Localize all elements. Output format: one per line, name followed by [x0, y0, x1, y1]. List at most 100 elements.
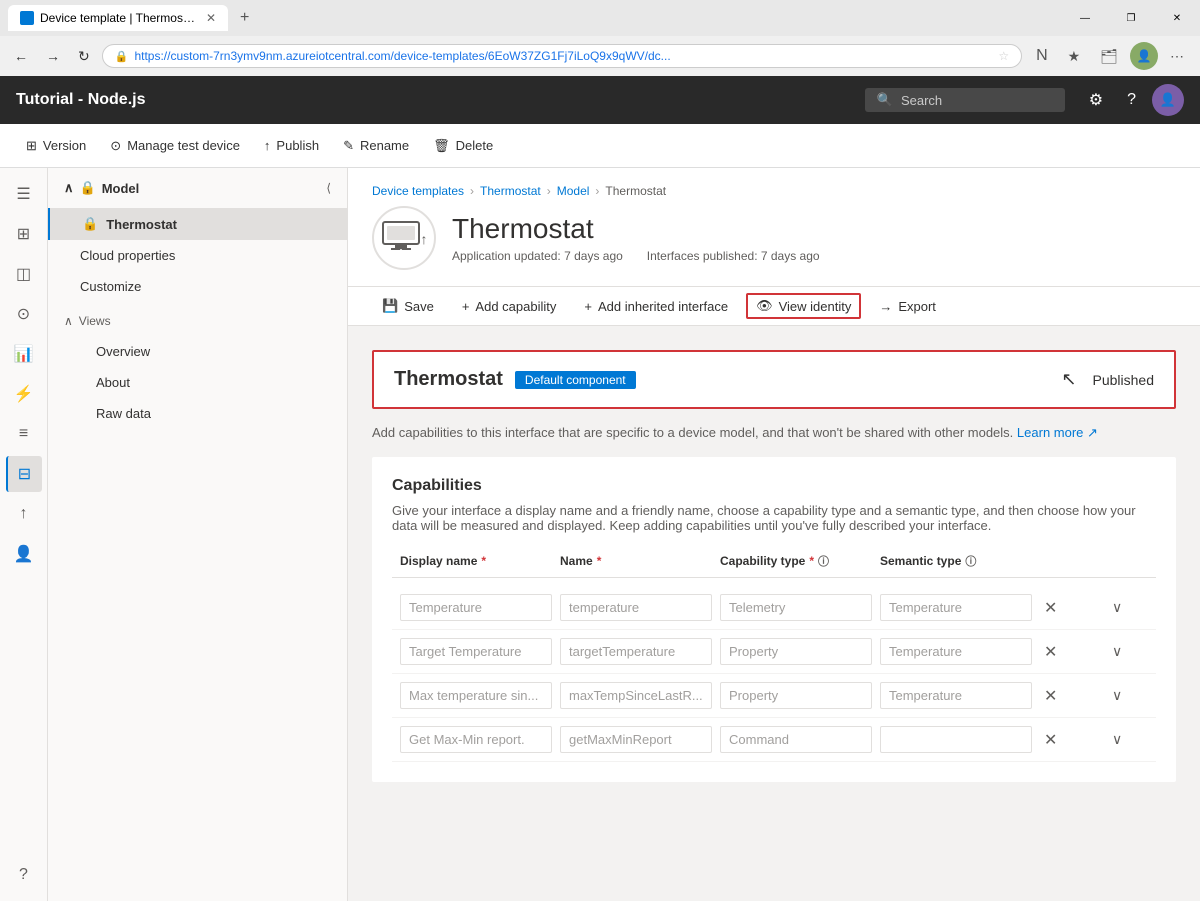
main-content: Device templates › Thermostat › Model › …: [348, 168, 1200, 901]
semantic-type-input[interactable]: [880, 594, 1032, 621]
display-name-input[interactable]: [400, 726, 552, 753]
export-label: Export: [898, 299, 936, 314]
capability-type-input[interactable]: [720, 682, 872, 709]
display-name-header: Display name *: [400, 553, 552, 569]
onenote-icon[interactable]: N: [1028, 42, 1056, 70]
collections-icon[interactable]: 🗂: [1092, 42, 1126, 70]
delete-row-button[interactable]: ✕: [1040, 640, 1061, 664]
breadcrumb-model[interactable]: Model: [557, 184, 590, 198]
name-input[interactable]: [560, 594, 712, 621]
hamburger-menu-button[interactable]: ☰: [6, 176, 42, 212]
export-button[interactable]: → Export: [869, 294, 946, 319]
content-header: Device templates › Thermostat › Model › …: [348, 168, 1200, 287]
publish-button[interactable]: ↑ Publish: [254, 133, 329, 158]
device-icon: ↑: [372, 206, 436, 270]
capabilities-section: Capabilities Give your interface a displ…: [372, 457, 1176, 782]
back-button[interactable]: ←: [8, 44, 34, 68]
display-name-input[interactable]: [400, 594, 552, 621]
add-capability-button[interactable]: + Add capability: [452, 294, 567, 319]
save-button[interactable]: 💾 Save: [372, 293, 444, 319]
cap-type-info-icon[interactable]: ⓘ: [818, 553, 829, 569]
sidebar-item-about[interactable]: About: [48, 367, 347, 398]
analytics-nav-button[interactable]: 📊: [6, 336, 42, 372]
rename-button[interactable]: ✎ Rename: [333, 133, 419, 159]
restore-button[interactable]: ❐: [1108, 0, 1154, 36]
delete-row-button[interactable]: ✕: [1040, 728, 1061, 752]
breadcrumb-device-templates[interactable]: Device templates: [372, 184, 464, 198]
devices-nav-button[interactable]: ◫: [6, 256, 42, 292]
name-input[interactable]: [560, 726, 712, 753]
search-box[interactable]: 🔍 Search: [865, 88, 1065, 112]
learn-more-link[interactable]: Learn more ↗: [1017, 425, 1098, 440]
expand-row-button[interactable]: ∨: [1108, 729, 1126, 750]
views-collapse-icon: ∧: [64, 314, 73, 328]
version-button[interactable]: ⊞ Version: [16, 133, 96, 159]
device-templates-nav-button[interactable]: ⊟: [6, 456, 42, 492]
rules-nav-button[interactable]: ⚡: [6, 376, 42, 412]
capability-type-input[interactable]: [720, 594, 872, 621]
collapse-icon: ∧: [64, 180, 74, 196]
breadcrumb-thermostat[interactable]: Thermostat: [480, 184, 541, 198]
delete-icon: 🗑: [433, 138, 450, 154]
delete-row-button[interactable]: ✕: [1040, 596, 1061, 620]
device-groups-nav-button[interactable]: ⊙: [6, 296, 42, 332]
address-bar[interactable]: 🔒 https://custom-7rn3ymv9nm.azureiotcent…: [102, 44, 1022, 68]
name-input[interactable]: [560, 682, 712, 709]
name-input[interactable]: [560, 638, 712, 665]
capability-type-input[interactable]: [720, 638, 872, 665]
dashboard-nav-button[interactable]: ⊞: [6, 216, 42, 252]
sidebar-item-thermostat[interactable]: 🔒 Thermostat: [48, 208, 347, 240]
more-button[interactable]: ⋯: [1162, 42, 1192, 70]
sidebar-item-views[interactable]: ∧ Views: [48, 306, 347, 336]
display-name-input[interactable]: [400, 638, 552, 665]
capability-type-header: Capability type * ⓘ: [720, 553, 872, 569]
manage-test-device-label: Manage test device: [127, 138, 240, 153]
semantic-type-input[interactable]: [880, 726, 1032, 753]
manage-test-device-button[interactable]: ⊙ Manage test device: [100, 133, 250, 159]
bookmark-icon[interactable]: ☆: [998, 49, 1009, 63]
semantic-type-input[interactable]: [880, 638, 1032, 665]
close-button[interactable]: ✕: [1154, 0, 1200, 36]
expand-row-button[interactable]: ∨: [1108, 597, 1126, 618]
interfaces-text: Interfaces published: 7 days ago: [647, 249, 820, 263]
users-nav-button[interactable]: 👤: [6, 536, 42, 572]
profile-icon[interactable]: 👤: [1130, 42, 1158, 70]
sidebar-item-customize[interactable]: Customize: [48, 271, 347, 302]
sidebar-item-cloud-properties[interactable]: Cloud properties: [48, 240, 347, 271]
nav-collapse-button[interactable]: ⟨: [326, 181, 331, 195]
capabilities-table-header: Display name * Name * Capability type * …: [392, 553, 1156, 578]
jobs-nav-button[interactable]: ≡: [6, 416, 42, 452]
sidebar-item-raw-data[interactable]: Raw data: [48, 398, 347, 429]
sidebar-item-overview[interactable]: Overview: [48, 336, 347, 367]
browser-tab[interactable]: Device template | Thermostat, T... ✕: [8, 5, 228, 31]
help-icon[interactable]: ?: [1119, 84, 1144, 116]
save-icon: 💾: [382, 298, 398, 314]
display-name-input[interactable]: [400, 682, 552, 709]
view-identity-button[interactable]: 👁 View identity: [746, 293, 861, 319]
refresh-button[interactable]: ↻: [72, 44, 96, 69]
account-icon[interactable]: 👤: [1152, 84, 1184, 116]
expand-row-button[interactable]: ∨: [1108, 685, 1126, 706]
delete-button[interactable]: 🗑 Delete: [423, 133, 503, 159]
semantic-type-info-icon[interactable]: ⓘ: [965, 553, 976, 569]
help-nav-button[interactable]: ?: [6, 857, 42, 893]
search-icon: 🔍: [877, 92, 893, 108]
new-tab-button[interactable]: +: [232, 7, 257, 29]
capability-type-input[interactable]: [720, 726, 872, 753]
add-inherited-button[interactable]: + Add inherited interface: [574, 294, 738, 319]
settings-icon[interactable]: ⚙: [1081, 84, 1111, 116]
url-text: https://custom-7rn3ymv9nm.azureiotcentra…: [134, 49, 992, 63]
capabilities-subtitle: Give your interface a display name and a…: [392, 503, 1156, 533]
minimize-button[interactable]: —: [1062, 0, 1108, 36]
data-export-nav-button[interactable]: ↑: [6, 496, 42, 532]
expand-row-button[interactable]: ∨: [1108, 641, 1126, 662]
app-title: Tutorial - Node.js: [16, 91, 849, 109]
semantic-type-input[interactable]: [880, 682, 1032, 709]
tab-close-button[interactable]: ✕: [206, 11, 216, 25]
model-section-header[interactable]: ∧ 🔒 Model ⟨: [48, 168, 347, 208]
overview-label: Overview: [96, 344, 150, 359]
delete-row-button[interactable]: ✕: [1040, 684, 1061, 708]
forward-button[interactable]: →: [40, 44, 66, 68]
favorites-icon[interactable]: ★: [1060, 42, 1089, 70]
default-component-badge: Default component: [515, 371, 636, 389]
